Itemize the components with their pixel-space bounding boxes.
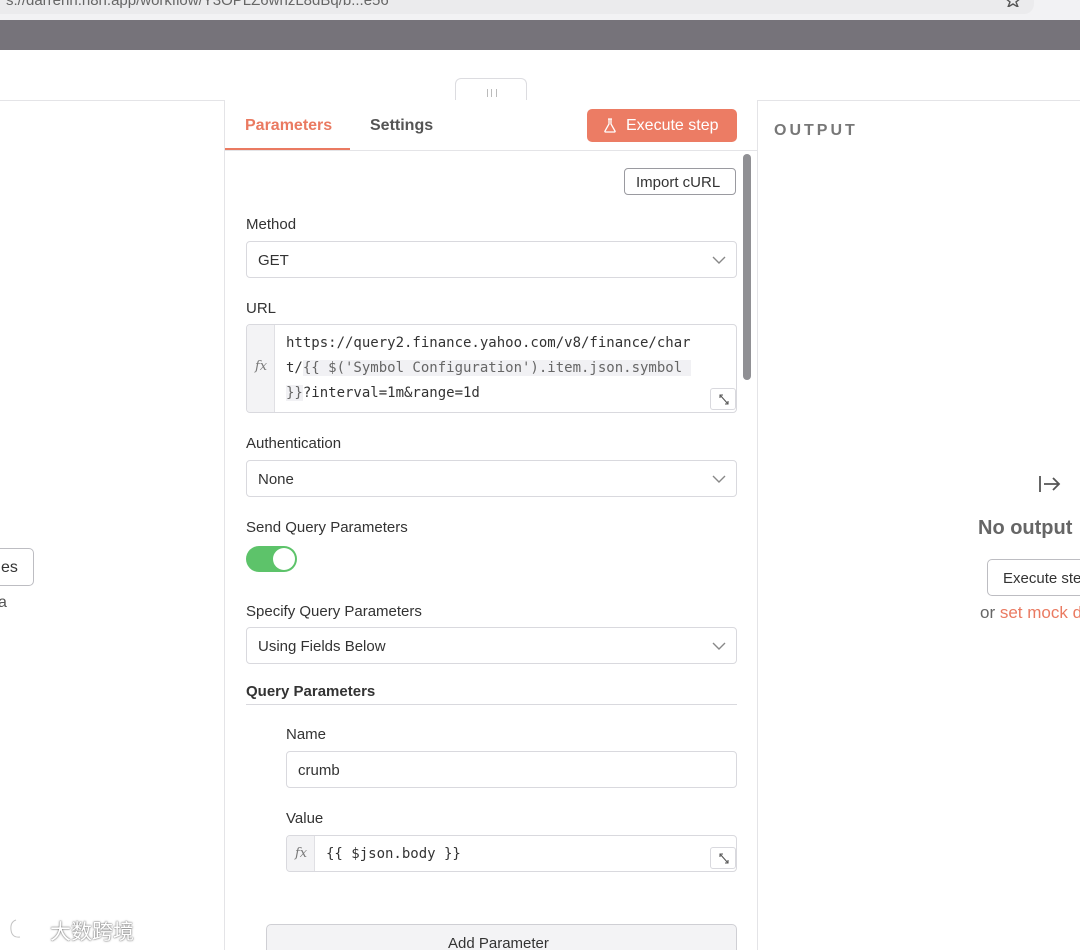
method-value: GET — [258, 252, 289, 269]
url-label: URL — [246, 300, 277, 317]
param-name-label: Name — [286, 726, 327, 743]
chevron-down-icon — [712, 475, 726, 483]
param-value-label: Value — [286, 810, 324, 827]
url-expression-input[interactable]: fx https://query2.finance.yahoo.com/v8/f… — [246, 324, 737, 413]
mock-data-hint: or set mock data — [980, 603, 1080, 623]
expand-editor-icon[interactable] — [710, 847, 736, 869]
canvas-header-band — [0, 20, 1080, 50]
input-panel-button[interactable]: es — [0, 548, 34, 586]
address-text: s://darrenh.n8n.app/workflow/Y3OPLZ6wnzL… — [6, 0, 389, 9]
method-label: Method — [246, 216, 297, 233]
expression-gutter: fx — [247, 325, 275, 412]
chevron-down-icon — [712, 256, 726, 264]
fx-icon: fx — [255, 359, 268, 374]
specify-query-value: Using Fields Below — [258, 638, 386, 655]
active-tab-indicator — [225, 148, 350, 150]
query-parameters-title: Query Parameters — [246, 683, 376, 700]
import-curl-button[interactable]: Import cURL — [624, 168, 736, 195]
tab-parameters[interactable]: Parameters — [245, 117, 332, 135]
expression-gutter: fx — [287, 836, 315, 871]
set-mock-data-link[interactable]: set mock data — [1000, 603, 1080, 622]
panel-drag-handle[interactable] — [455, 78, 527, 102]
section-divider — [246, 704, 737, 705]
arrow-right-from-line-icon — [1039, 476, 1061, 492]
url-line-2: t/{{ $('Symbol Configuration').item.json… — [286, 360, 691, 376]
output-execute-step-button[interactable]: Execute step — [987, 559, 1080, 596]
execute-step-label: Execute step — [626, 117, 719, 134]
execute-step-button[interactable]: Execute step — [587, 109, 737, 142]
specify-query-label: Specify Query Parameters — [246, 603, 422, 620]
grip-icon — [487, 89, 497, 97]
output-panel-title: OUTPUT — [774, 122, 858, 139]
url-line-1: https://query2.finance.yahoo.com/v8/fina… — [286, 335, 691, 351]
watermark-logo-icon — [9, 918, 47, 939]
send-query-toggle[interactable] — [246, 546, 297, 572]
param-value-input[interactable]: fx {{ $json.body }} — [286, 835, 737, 872]
param-value-expression: {{ $json.body }} — [326, 846, 461, 862]
no-output-title: No output — [978, 517, 1073, 539]
flask-icon — [604, 118, 616, 133]
node-tabs: Parameters Settings Execute step — [225, 100, 758, 151]
add-parameter-button[interactable]: Add Parameter — [266, 924, 737, 950]
watermark-text: 大数跨境 — [50, 920, 134, 944]
fx-icon: fx — [295, 846, 308, 861]
chevron-down-icon — [712, 642, 726, 650]
param-name-value: crumb — [298, 762, 340, 779]
param-name-input[interactable]: crumb — [286, 751, 737, 788]
bookmark-star-icon[interactable] — [1004, 0, 1022, 7]
input-panel-text: a — [0, 594, 7, 611]
scrollbar-thumb[interactable] — [743, 154, 751, 380]
authentication-value: None — [258, 471, 294, 488]
node-parameters-panel: Parameters Settings Execute step Import … — [224, 100, 758, 950]
send-query-label: Send Query Parameters — [246, 519, 408, 536]
toggle-knob — [273, 548, 295, 570]
tab-settings[interactable]: Settings — [370, 117, 433, 135]
authentication-label: Authentication — [246, 435, 342, 452]
method-select[interactable]: GET — [246, 241, 737, 278]
specify-query-select[interactable]: Using Fields Below — [246, 627, 737, 664]
url-line-3: }}?interval=1m&range=1d — [286, 385, 480, 401]
authentication-select[interactable]: None — [246, 460, 737, 497]
expand-editor-icon[interactable] — [710, 388, 736, 410]
url-expression-part: {{ $('Symbol Configuration').item.json.s… — [302, 360, 691, 376]
